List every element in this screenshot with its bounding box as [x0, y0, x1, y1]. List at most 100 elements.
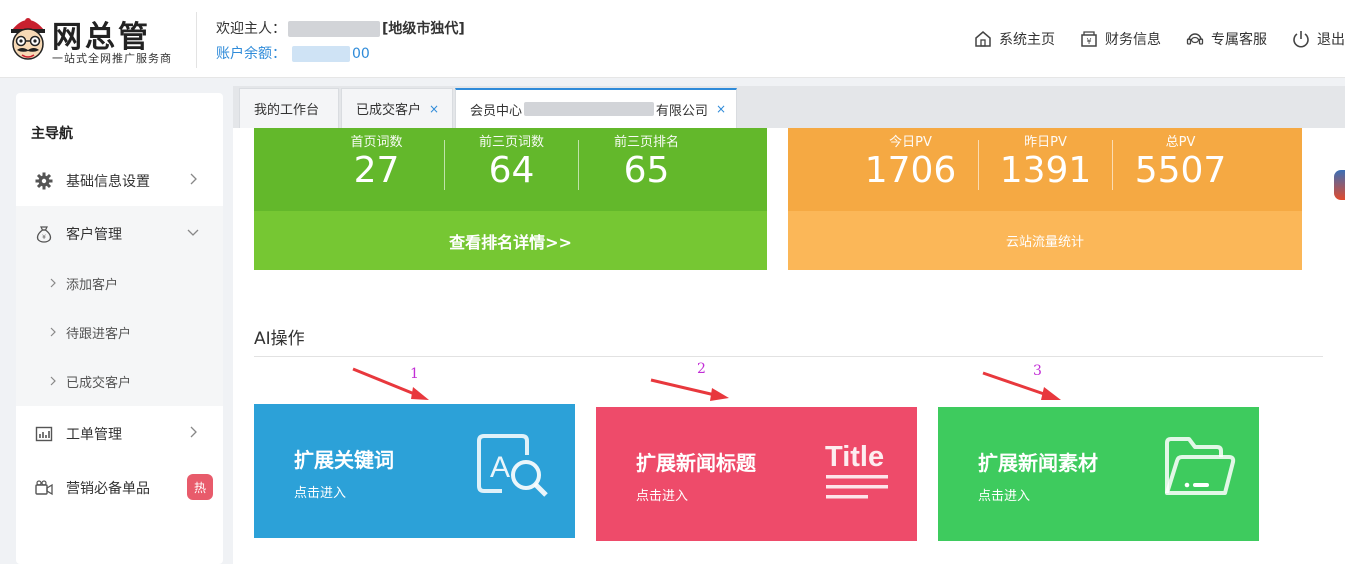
sidebar: 主导航 基础信息设置 ¥ 客户管理 添加客户 待跟进客户 已成交客户 工单管理 …: [16, 93, 223, 564]
tab-closed-customers-label: 已成交客户: [356, 103, 422, 118]
side-floating-widget[interactable]: [1334, 170, 1345, 200]
blurred-balance: [292, 46, 350, 62]
tab-member-center-suffix: 有限公司: [655, 103, 708, 119]
svg-text:¥: ¥: [1086, 37, 1091, 46]
nav-support[interactable]: 专属客服: [1185, 25, 1267, 53]
stat-label: 前三页排名: [613, 135, 679, 150]
mascot-logo-icon: [11, 18, 45, 60]
tab-closed-customers[interactable]: 已成交客户 ×: [341, 88, 453, 128]
chevron-right-icon: [190, 426, 197, 438]
annotation-number-1: 1: [410, 366, 419, 382]
sidebar-subitem-pending-customer-label: 待跟进客户: [66, 326, 132, 342]
stat-label: 今日PV: [889, 135, 932, 150]
view-ranking-details-link[interactable]: 查看排名详情>>: [254, 211, 767, 270]
annotation-number-2: 2: [697, 361, 706, 377]
chart-icon: [35, 426, 53, 442]
stat-total-pv: 总PV 5507: [1113, 128, 1248, 211]
close-icon[interactable]: ×: [716, 102, 726, 116]
nav-finance[interactable]: ¥ 财务信息: [1079, 25, 1161, 53]
sidebar-item-customer-management[interactable]: ¥ 客户管理: [16, 208, 223, 260]
stat-label: 昨日PV: [1024, 135, 1067, 150]
annotation-arrow-1: [352, 367, 429, 400]
balance-label: 账户余额：: [216, 46, 286, 62]
stat-label: 首页词数: [350, 135, 403, 150]
nav-home[interactable]: 系统主页: [973, 25, 1055, 53]
logo-subtitle: 一站式全网推广服务商: [52, 52, 172, 65]
gear-icon: [35, 172, 53, 190]
annotation-number-3: 3: [1033, 363, 1042, 379]
svg-text:¥: ¥: [42, 234, 46, 241]
stat-value: 1706: [864, 150, 957, 191]
sidebar-subitem-add-customer-label: 添加客户: [66, 277, 119, 293]
sidebar-item-ticket-management-label: 工单管理: [66, 427, 122, 443]
chevron-right-icon: [50, 376, 56, 386]
stat-top3-ranking: 前三页排名 65: [579, 128, 714, 211]
chevron-right-icon: [190, 173, 197, 185]
card-title: 扩展新闻标题: [636, 451, 756, 475]
hot-badge: 热: [187, 474, 213, 500]
stat-value: 65: [623, 150, 670, 191]
account-balance: 账户余额： 00: [216, 43, 370, 63]
tab-bar: 我的工作台 已成交客户 × 会员中心 有限公司 ×: [233, 86, 1345, 128]
nav-logout-label: 退出: [1317, 32, 1345, 48]
card-subtitle: 点击进入: [636, 489, 689, 504]
stat-yesterday-pv: 昨日PV 1391: [979, 128, 1112, 211]
top-nav: 系统主页 ¥ 财务信息 专属客服 退出: [973, 25, 1345, 53]
tab-member-center[interactable]: 会员中心 有限公司 ×: [455, 88, 737, 128]
sidebar-subitem-closed-customer-label: 已成交客户: [66, 375, 132, 391]
ranking-stats-top: 首页词数 27 前三页词数 64 前三页排名 65: [254, 128, 767, 211]
card-title: 扩展新闻素材: [978, 451, 1098, 475]
welcome-prefix: 欢迎主人：: [216, 21, 286, 37]
title-icon-text: Title: [825, 441, 884, 473]
stat-value: 5507: [1134, 150, 1227, 191]
logo[interactable]: 网总管 一站式全网推广服务商: [6, 12, 191, 66]
home-icon: [975, 31, 991, 47]
card-subtitle: 点击进入: [978, 489, 1031, 504]
sidebar-subitem-add-customer[interactable]: 添加客户: [16, 259, 223, 307]
balance-suffix: 00: [352, 46, 370, 62]
annotation-arrow-2: [650, 378, 729, 401]
money-bag-icon: ¥: [36, 226, 52, 243]
top-header: 网总管 一站式全网推广服务商 欢迎主人： [地级市独代] 账户余额： 00 系统主页…: [0, 0, 1345, 78]
sidebar-item-marketing-products[interactable]: 营销必备单品 热: [16, 462, 223, 514]
sidebar-subitem-pending-customer[interactable]: 待跟进客户: [16, 308, 223, 356]
expand-news-material-card[interactable]: 扩展新闻素材 点击进入: [938, 407, 1259, 541]
stat-top3-keywords: 前三页词数 64: [445, 128, 578, 211]
section-divider: [254, 356, 1323, 357]
expand-news-title-card[interactable]: 扩展新闻标题 点击进入 Title: [596, 407, 917, 541]
svg-text:A: A: [490, 451, 510, 484]
stat-label: 前三页词数: [478, 135, 544, 150]
ai-section-title: AI操作: [254, 329, 305, 349]
sidebar-title: 主导航: [31, 126, 73, 142]
chevron-right-icon: [50, 278, 56, 288]
site-traffic-stats-link[interactable]: 云站流量统计: [788, 211, 1302, 270]
sidebar-item-basic-settings[interactable]: 基础信息设置: [16, 155, 223, 207]
main-content: 首页词数 27 前三页词数 64 前三页排名 65 查看排名详情>> 今日PV …: [233, 128, 1345, 564]
blurred-username: [288, 21, 380, 37]
tab-workbench[interactable]: 我的工作台: [239, 88, 339, 128]
traffic-stats-top: 今日PV 1706 昨日PV 1391 总PV 5507: [788, 128, 1302, 211]
card-subtitle: 点击进入: [294, 486, 347, 501]
ranking-stats-card: 首页词数 27 前三页词数 64 前三页排名 65 查看排名详情>>: [254, 128, 767, 270]
user-role: [地级市独代]: [382, 21, 465, 37]
headset-icon: [1186, 33, 1204, 45]
header-divider: [196, 12, 197, 68]
finance-icon: ¥: [1081, 31, 1097, 47]
nav-finance-label: 财务信息: [1105, 32, 1161, 48]
sidebar-subitem-closed-customer[interactable]: 已成交客户: [16, 357, 223, 405]
nav-home-label: 系统主页: [999, 32, 1055, 48]
traffic-stats-card: 今日PV 1706 昨日PV 1391 总PV 5507 云站流量统计: [788, 128, 1302, 270]
nav-logout[interactable]: 退出: [1291, 25, 1345, 53]
sidebar-item-ticket-management[interactable]: 工单管理: [16, 408, 223, 460]
annotation-arrow-3: [982, 371, 1061, 400]
blurred-company-name: [524, 102, 654, 116]
stat-value: 64: [488, 150, 535, 191]
stat-today-pv: 今日PV 1706: [843, 128, 978, 211]
folder-icon: [1165, 437, 1236, 495]
power-icon: [1293, 31, 1309, 48]
tab-member-center-prefix: 会员中心: [470, 103, 523, 119]
stat-homepage-keywords: 首页词数 27: [309, 128, 444, 211]
close-icon[interactable]: ×: [429, 102, 439, 116]
stat-value: 27: [353, 150, 400, 191]
expand-keywords-card[interactable]: 扩展关键词 点击进入 A: [254, 404, 575, 538]
